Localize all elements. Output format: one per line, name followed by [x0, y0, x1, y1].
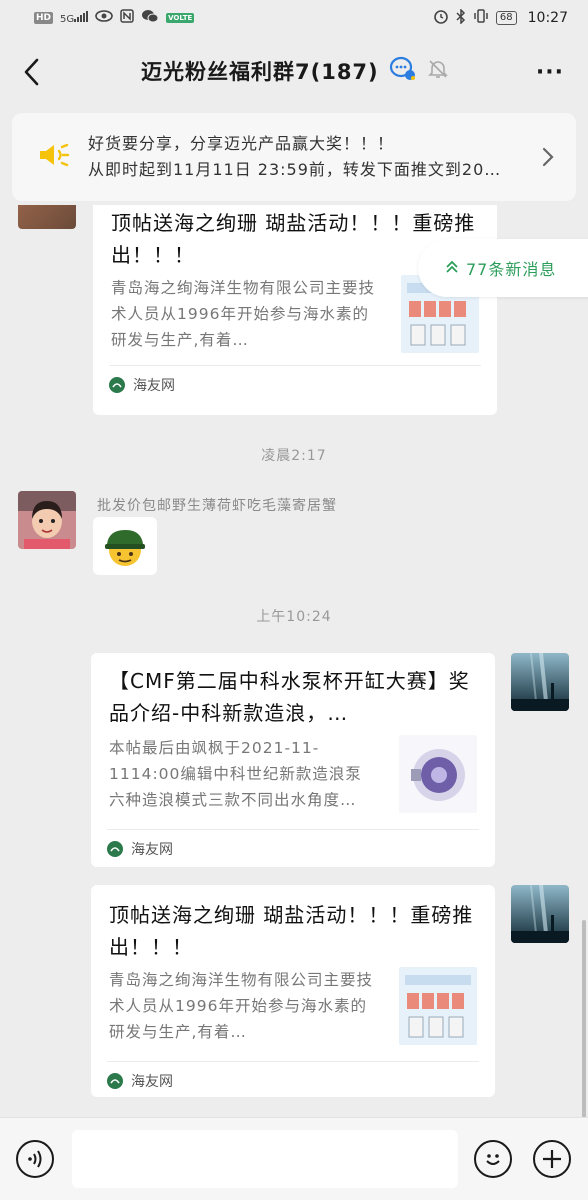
double-chevron-up-icon — [446, 260, 458, 276]
card-divider — [107, 1061, 479, 1062]
voice-icon — [28, 1150, 42, 1168]
wechat-icon — [141, 9, 159, 27]
message-list[interactable]: 顶帖送海之绚珊 瑚盐活动！！！重磅推出！！！ 青岛海之绚海洋生物有限公司主要技术… — [0, 205, 588, 1117]
site-logo-icon — [107, 841, 123, 857]
page-title: 迈光粉丝福利群7(187) — [141, 60, 379, 84]
card-divider — [107, 829, 479, 830]
eye-icon — [95, 10, 113, 26]
back-button[interactable] — [16, 54, 46, 90]
message-input[interactable] — [72, 1130, 458, 1188]
card-title: 顶帖送海之绚珊 瑚盐活动！！！重磅推出！！！ — [109, 903, 474, 959]
input-bar — [0, 1117, 588, 1200]
group-announcement[interactable]: 好货要分享，分享迈光产品赢大奖！！！ 从即时起到11月11日 23:59前，转发… — [12, 113, 576, 201]
status-left: HD 5G VOLTE — [34, 9, 195, 27]
card-desc: 青岛海之绚海洋生物有限公司主要技术人员从1996年开始参与海水素的研发与生产,有… — [109, 971, 374, 1041]
chevron-right-icon[interactable] — [536, 147, 560, 167]
card-thumbnail — [399, 735, 477, 813]
soldier-emoji-icon — [105, 530, 145, 566]
my-avatar[interactable] — [511, 885, 569, 943]
emoji-button[interactable] — [474, 1140, 512, 1178]
card-body: 青岛海之绚海洋生物有限公司主要技术人员从1996年开始参与海水素的研发与生产,有… — [111, 275, 479, 353]
avatar[interactable] — [18, 491, 76, 549]
announcement-line-2: 从即时起到11月11日 23:59前，转发下面推文到20… — [88, 160, 502, 179]
voice-button[interactable] — [16, 1140, 54, 1178]
signal-icon: 5G — [60, 11, 89, 25]
chat-header: 迈光粉丝福利群7(187) ··· — [0, 36, 588, 108]
plus-button[interactable] — [533, 1140, 571, 1178]
muted-bell-icon — [427, 58, 449, 84]
announcement-text: 好货要分享，分享迈光产品赢大奖！！！ 从即时起到11月11日 23:59前，转发… — [88, 131, 536, 183]
card-source: 海友网 — [107, 839, 173, 859]
nfc-icon — [120, 9, 134, 27]
site-logo-icon — [109, 377, 125, 393]
card-title: 【CMF第二届中科水泵杯开缸大赛】奖品介绍-中科新款造浪，… — [109, 669, 470, 725]
group-chat-icon[interactable] — [389, 56, 417, 86]
clock-time: 10:27 — [527, 10, 568, 26]
avatar[interactable] — [18, 205, 76, 229]
speaker-icon — [38, 142, 70, 172]
card-desc: 青岛海之绚海洋生物有限公司主要技术人员从1996年开始参与海水素的研发与生产,有… — [111, 279, 376, 349]
plus-icon — [543, 1150, 561, 1168]
card-source: 海友网 — [109, 375, 175, 395]
source-name: 海友网 — [131, 1074, 173, 1090]
announcement-line-1: 好货要分享，分享迈光产品赢大奖！！！ — [88, 134, 395, 153]
scrollbar[interactable] — [582, 920, 586, 1117]
timestamp: 上午10:24 — [256, 609, 332, 625]
status-right: 68 10:27 — [433, 7, 568, 28]
link-card[interactable]: 顶帖送海之绚珊 瑚盐活动！！！重磅推出！！！ 青岛海之绚海洋生物有限公司主要技术… — [93, 205, 497, 415]
smiley-icon — [486, 1154, 500, 1165]
card-body: 青岛海之绚海洋生物有限公司主要技术人员从1996年开始参与海水素的研发与生产,有… — [109, 967, 477, 1045]
my-avatar[interactable] — [511, 653, 569, 711]
sender-name: 批发价包邮野生薄荷虾吃毛藻寄居蟹 — [97, 498, 337, 514]
hd-badge: HD — [34, 12, 54, 24]
battery-level: 68 — [495, 11, 517, 25]
emoji-message[interactable] — [93, 517, 157, 575]
timestamp: 凌晨2:17 — [261, 448, 327, 464]
more-button[interactable]: ··· — [536, 60, 564, 85]
card-desc: 本帖最后由飒枫于2021-11-1114:00编辑中科世纪新款造浪泵六种造浪模式… — [109, 739, 362, 809]
alarm-icon — [433, 8, 449, 28]
card-thumbnail — [399, 967, 477, 1045]
card-source: 海友网 — [107, 1071, 173, 1091]
more-dots-icon: ··· — [535, 60, 564, 85]
link-card[interactable]: 顶帖送海之绚珊 瑚盐活动！！！重磅推出！！！ 青岛海之绚海洋生物有限公司主要技术… — [91, 885, 495, 1097]
volte-badge: VOLTE — [166, 13, 195, 23]
card-body: 本帖最后由飒枫于2021-11-1114:00编辑中科世纪新款造浪泵六种造浪模式… — [109, 735, 477, 813]
source-name: 海友网 — [133, 378, 175, 394]
card-divider — [109, 365, 481, 366]
site-logo-icon — [107, 1073, 123, 1089]
link-card[interactable]: 【CMF第二届中科水泵杯开缸大赛】奖品介绍-中科新款造浪，… 本帖最后由飒枫于2… — [91, 653, 495, 867]
bluetooth-icon — [456, 7, 466, 28]
new-messages-label: 77条新消息 — [466, 260, 557, 279]
status-bar: HD 5G VOLTE 68 10:27 — [0, 0, 588, 36]
vibrate-icon — [473, 9, 489, 27]
title-group: 迈光粉丝福利群7(187) — [141, 56, 449, 86]
source-name: 海友网 — [131, 842, 173, 858]
new-messages-button[interactable]: 77条新消息 — [418, 239, 588, 297]
chevron-left-icon — [24, 58, 39, 86]
